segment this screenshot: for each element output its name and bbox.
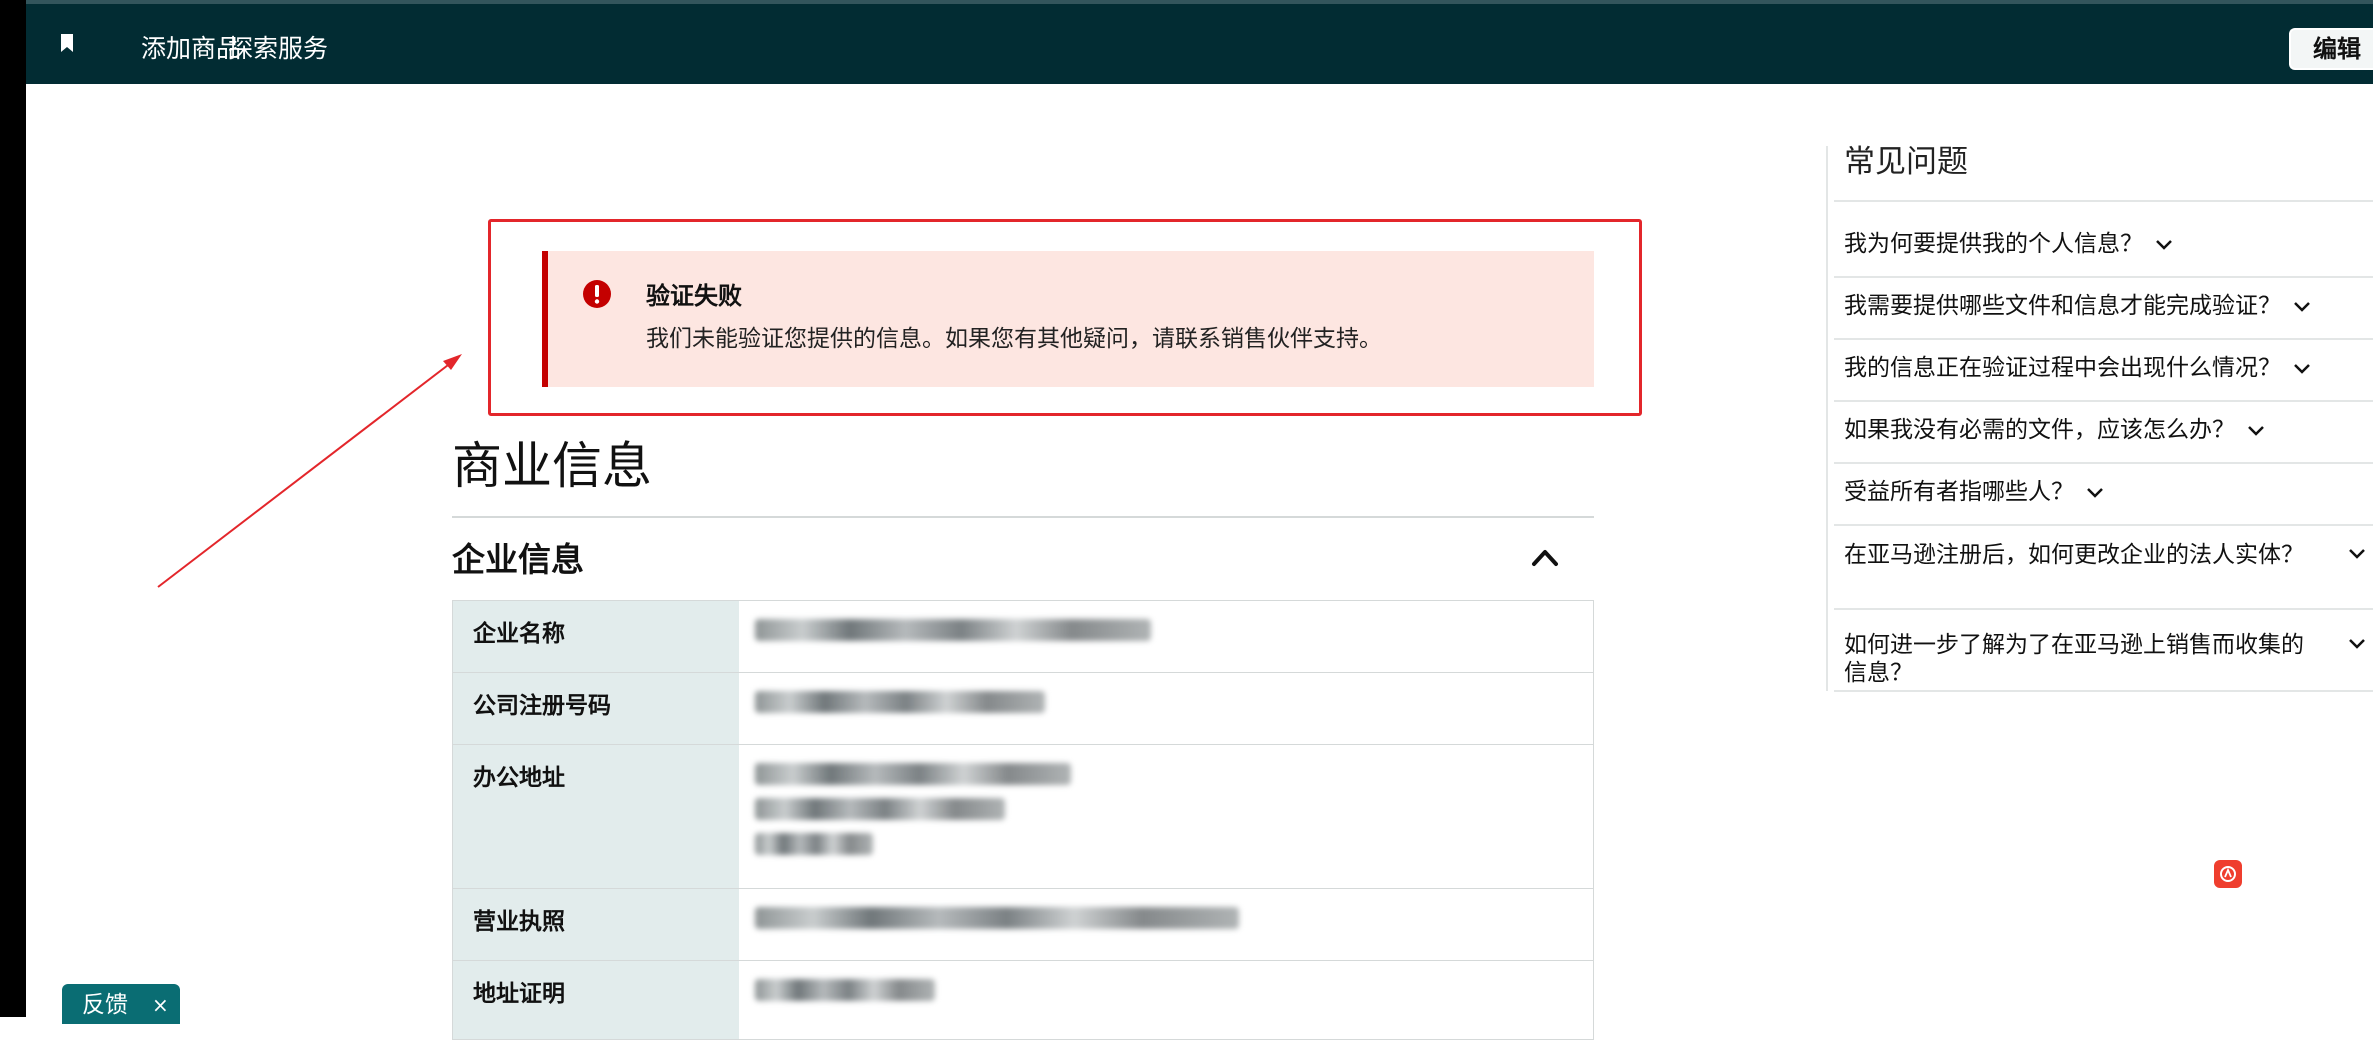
faq-item[interactable]: 我的信息正在验证过程中会出现什么情况？ [1844,354,2311,382]
faq-question: 受益所有者指哪些人？ [1844,479,2074,505]
table-row: 公司注册号码 [453,673,1593,745]
title-divider [452,516,1594,518]
top-navigation-bar: 添加商品 探索服务 编辑 [26,0,2373,84]
left-edge-bar [0,0,26,1017]
alert-title: 验证失败 [646,282,742,310]
nav-explore-services[interactable]: 探索服务 [228,34,328,64]
table-row: 企业名称 [453,601,1593,673]
nav-add-products[interactable]: 添加商品 [141,34,241,64]
redacted-value [755,979,935,1014]
faq-divider [1834,524,2373,526]
faq-item[interactable]: 我需要提供哪些文件和信息才能完成验证？ [1844,292,2311,320]
chevron-down-icon [2294,363,2310,374]
faq-divider [1834,608,2373,610]
feedback-button[interactable]: 反馈 × [62,984,180,1024]
feedback-label: 反馈 [82,992,128,1018]
section-title: 企业信息 [452,540,584,579]
faq-item[interactable]: 如果我没有必需的文件，应该怎么办？ [1844,416,2265,444]
faq-question: 我需要提供哪些文件和信息才能完成验证？ [1844,293,2281,319]
chevron-down-icon [2156,239,2172,250]
page-title: 商业信息 [452,437,652,495]
redacted-value [755,763,1071,868]
row-label: 办公地址 [473,765,565,791]
alert-message: 我们未能验证您提供的信息。如果您有其他疑问，请联系销售伙伴支持。 [646,326,1382,352]
row-label: 营业执照 [473,909,565,935]
faq-divider [1834,338,2373,340]
faq-question: 在亚马逊注册后，如何更改企业的法人实体？ [1844,542,2304,568]
assistant-badge-icon[interactable] [2214,860,2242,888]
faq-question: 如何进一步了解为了在亚马逊上销售而收集的信息？ [1844,632,2304,686]
exclamation-circle-icon [583,280,611,308]
business-info-table: 企业名称 公司注册号码 办公地址 营业执照 地址证明 [452,600,1594,1040]
chevron-down-icon[interactable] [2348,638,2366,650]
redacted-value [755,907,1239,942]
faq-divider [1834,276,2373,278]
row-label: 企业名称 [473,621,565,647]
bookmark-icon[interactable] [60,34,74,52]
faq-item[interactable]: 受益所有者指哪些人？ [1844,478,2104,506]
faq-divider [1834,462,2373,464]
faq-panel-border [1826,146,1828,691]
faq-question: 我为何要提供我的个人信息？ [1844,231,2143,257]
row-label: 公司注册号码 [473,693,611,719]
faq-title: 常见问题 [1844,144,1968,180]
edit-button[interactable]: 编辑 [2289,28,2373,70]
faq-question: 如果我没有必需的文件，应该怎么办？ [1844,417,2235,443]
chevron-down-icon [2087,487,2103,498]
faq-item[interactable]: 如何进一步了解为了在亚马逊上销售而收集的信息？ [1844,631,2314,687]
faq-divider [1834,400,2373,402]
chevron-down-icon [2294,301,2310,312]
table-row: 营业执照 [453,889,1593,961]
redacted-value [755,691,1045,726]
faq-divider [1834,690,2373,692]
close-icon[interactable]: × [152,991,169,1019]
row-label: 地址证明 [473,981,565,1007]
faq-question: 我的信息正在验证过程中会出现什么情况？ [1844,355,2281,381]
chevron-up-icon[interactable] [1530,545,1560,569]
table-row: 办公地址 [453,745,1593,889]
faq-item[interactable]: 我为何要提供我的个人信息？ [1844,230,2173,258]
chevron-down-icon[interactable] [2348,548,2366,560]
table-row: 地址证明 [453,961,1593,1039]
faq-divider [1834,200,2373,202]
faq-item[interactable]: 在亚马逊注册后，如何更改企业的法人实体？ [1844,541,2304,569]
redacted-value [755,619,1151,654]
chevron-down-icon [2248,425,2264,436]
verification-failed-alert: 验证失败 我们未能验证您提供的信息。如果您有其他疑问，请联系销售伙伴支持。 [542,251,1594,387]
